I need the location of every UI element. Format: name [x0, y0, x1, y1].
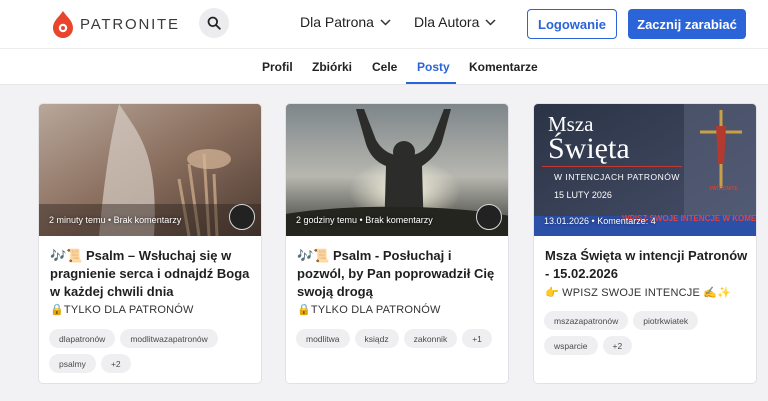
post-card[interactable]: PATRONITE Msza Święta W INTENCJACH PATRO…: [533, 103, 757, 384]
post-tags: modlitwa ksiądz zakonnik +1: [296, 329, 501, 348]
tag-chip[interactable]: piotrkwiatek: [633, 311, 699, 330]
post-card[interactable]: 2 godziny temu • Brak komentarzy 🎶📜 Psal…: [285, 103, 509, 384]
nav-label: Dla Patrona: [300, 14, 374, 30]
profile-tabs: Profil Zbiórki Cele Posty Komentarze: [0, 48, 768, 85]
image-headline-2: Święta: [548, 132, 630, 165]
tag-chip[interactable]: modlitwazapatronów: [120, 329, 218, 348]
nav-label: Dla Autora: [414, 14, 480, 30]
tab-posty[interactable]: Posty: [417, 60, 450, 74]
post-intentions-label: 👉 WPISZ SWOJE INTENCJE ✍️✨: [545, 287, 732, 299]
svg-text:PATRONITE: PATRONITE: [710, 186, 739, 192]
active-tab-indicator: [406, 82, 456, 84]
post-title[interactable]: 🎶📜 Psalm – Wsłuchaj się w pragnienie ser…: [50, 247, 255, 301]
login-button[interactable]: Logowanie: [527, 9, 617, 39]
chevron-down-icon: [380, 18, 391, 26]
author-avatar: [476, 204, 502, 230]
post-meta: 2 minuty temu • Brak komentarzy: [49, 215, 182, 225]
post-meta: 2 godziny temu • Brak komentarzy: [296, 215, 433, 225]
tab-zbiorki[interactable]: Zbiórki: [312, 60, 352, 74]
post-title[interactable]: Msza Święta w intencji Patronów - 15.02.…: [545, 247, 750, 283]
patronite-logo-icon: [53, 11, 73, 38]
logo-text: PATRONITE: [80, 15, 180, 33]
tab-komentarze[interactable]: Komentarze: [469, 60, 538, 74]
tag-chip[interactable]: zakonnik: [403, 329, 458, 348]
tag-chip[interactable]: psalmy: [49, 354, 96, 373]
image-divider: [542, 166, 682, 167]
top-header: PATRONITE Dla Patrona Dla Autora Logowan…: [0, 0, 768, 48]
post-tags: mszazapatronów piotrkwiatek wsparcie +2: [544, 311, 749, 355]
post-access-label: 🔒TYLKO DLA PATRONÓW: [50, 304, 194, 316]
tag-chip[interactable]: mszazapatronów: [544, 311, 629, 330]
tag-chip[interactable]: modlitwa: [296, 329, 350, 348]
tab-cele[interactable]: Cele: [372, 60, 397, 74]
nav-dla-autora[interactable]: Dla Autora: [414, 14, 496, 30]
search-button[interactable]: [199, 8, 229, 38]
start-earning-button[interactable]: Zacznij zarabiać: [628, 9, 746, 39]
tag-more-chip[interactable]: +2: [602, 336, 633, 355]
tag-chip[interactable]: wsparcie: [544, 336, 598, 355]
author-avatar: [229, 204, 255, 230]
search-icon: [207, 16, 221, 30]
image-date: 15 LUTY 2026: [554, 190, 612, 200]
nav-dla-patrona[interactable]: Dla Patrona: [300, 14, 391, 30]
post-access-label: 🔒TYLKO DLA PATRONÓW: [297, 304, 441, 316]
post-meta: 13.01.2026 • Komentarze: 4: [544, 216, 656, 226]
tag-more-chip[interactable]: +2: [100, 354, 131, 373]
tag-chip[interactable]: dlapatronów: [49, 329, 116, 348]
tag-more-chip[interactable]: +1: [462, 329, 492, 348]
post-title[interactable]: 🎶📜 Psalm - Posłuchaj i pozwól, by Pan po…: [297, 247, 502, 301]
tag-chip[interactable]: ksiądz: [354, 329, 399, 348]
post-card[interactable]: 2 minuty temu • Brak komentarzy 🎶📜 Psalm…: [38, 103, 262, 384]
image-subtitle: W INTENCJACH PATRONÓW: [554, 172, 680, 182]
post-tags: dlapatronów modlitwazapatronów psalmy +2: [49, 329, 254, 373]
tab-profil[interactable]: Profil: [262, 60, 293, 74]
patronite-logo[interactable]: PATRONITE: [52, 10, 180, 38]
chevron-down-icon: [485, 18, 496, 26]
